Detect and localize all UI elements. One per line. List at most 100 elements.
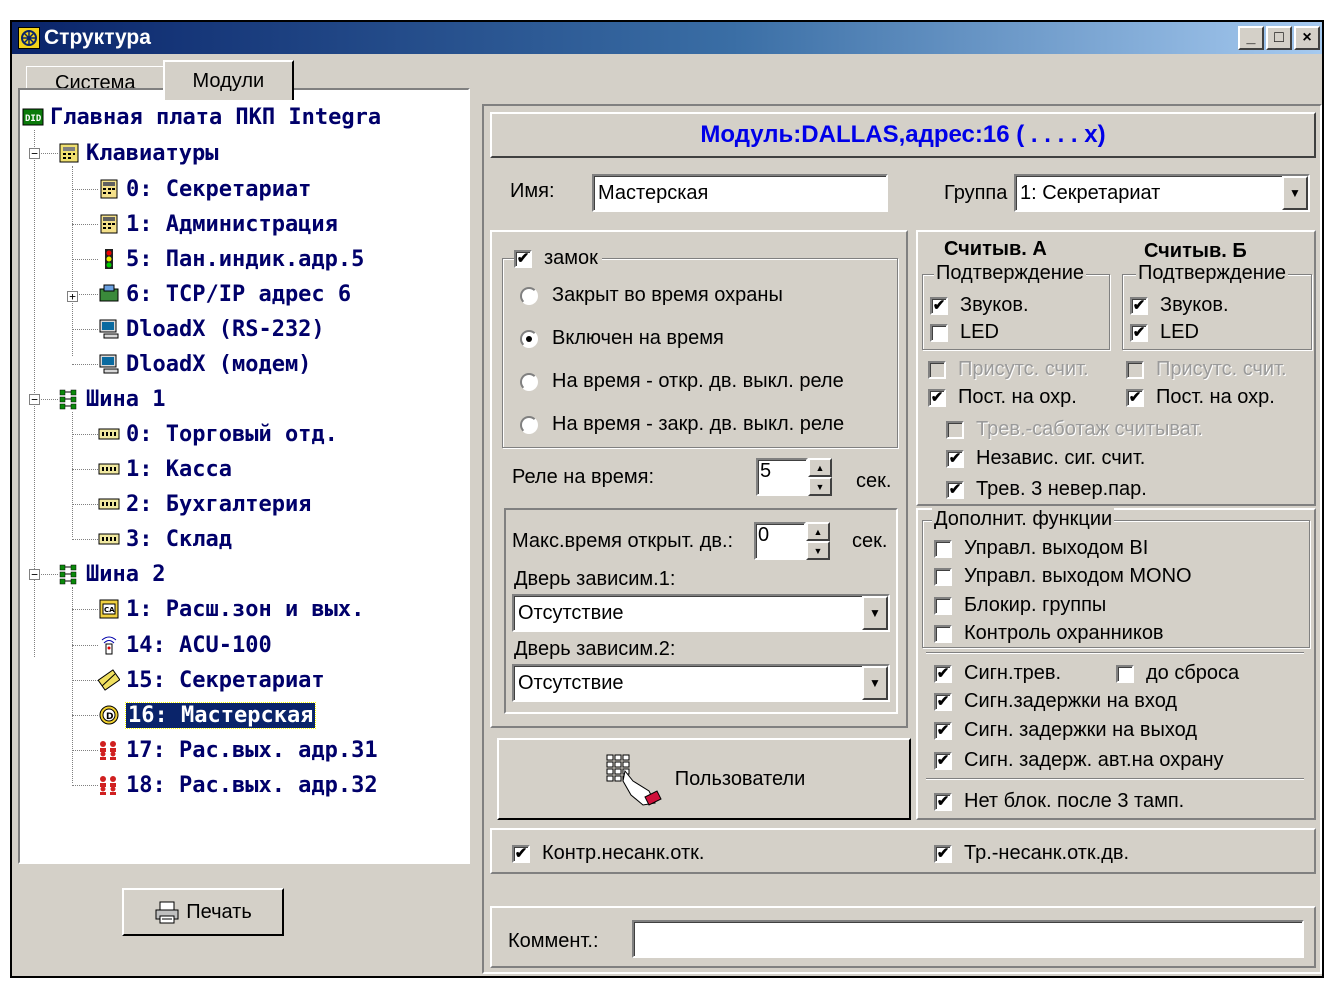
window-title: Структура xyxy=(44,26,151,49)
tree-item[interactable]: 14: ACU-100 xyxy=(98,630,272,660)
tree-item[interactable]: Клавиатуры xyxy=(58,138,218,168)
signal-auto-arm-checkbox[interactable]: ✔ Сигн. задерж. авт.на охрану xyxy=(934,749,1224,772)
door1-select[interactable]: Отсутствие ▼ xyxy=(512,594,890,632)
group-select[interactable]: 1: Секретариат ▼ xyxy=(1014,174,1310,212)
relay-time-spinner[interactable]: 5 ▲ ▼ xyxy=(756,458,832,496)
unauth-control-checkbox[interactable]: ✔ Контр.несанк.отк. xyxy=(512,842,704,865)
tree-item[interactable]: DloadX (RS-232) xyxy=(98,314,325,344)
tree-connector xyxy=(72,609,98,610)
signal-exit-delay-checkbox[interactable]: ✔ Сигн. задержки на выход xyxy=(934,719,1197,742)
tab-modules[interactable]: Модули xyxy=(162,60,295,100)
radio-open-door-relay-off[interactable]: На время - откр. дв. выкл. реле xyxy=(520,370,844,393)
radio-close-door-relay-off[interactable]: На время - закр. дв. выкл. реле xyxy=(520,413,844,436)
svg-text:DID: DID xyxy=(25,114,42,124)
tree-item[interactable]: D 16: Мастерская xyxy=(98,700,317,730)
reader-a-sound-checkbox[interactable]: ✔ Звуков. xyxy=(930,294,1029,317)
tree-item[interactable]: 2: Бухгалтерия xyxy=(98,489,311,519)
radio-closed-armed[interactable]: Закрыт во время охраны xyxy=(520,284,783,307)
tree-item[interactable]: 17: Рас.вых. адр.31 xyxy=(98,735,378,765)
tree-item[interactable]: 15: Секретариат xyxy=(98,665,325,695)
maximize-button[interactable]: □ xyxy=(1266,26,1292,50)
reader-b-led-checkbox[interactable]: ✔ LED xyxy=(1130,321,1199,344)
chevron-down-icon[interactable]: ▼ xyxy=(1282,176,1308,210)
mainboard-icon: DID xyxy=(22,106,44,128)
collapse-icon[interactable]: − xyxy=(29,394,40,405)
until-reset-checkbox[interactable]: до сброса xyxy=(1116,662,1239,685)
collapse-icon[interactable]: − xyxy=(29,569,40,580)
spin-down-icon[interactable]: ▼ xyxy=(808,477,832,496)
tree-item[interactable]: Шина 1 xyxy=(58,384,165,414)
spin-up-icon[interactable]: ▲ xyxy=(808,458,832,477)
block-group-checkbox[interactable]: Блокир. группы xyxy=(934,594,1106,617)
users-button-label: Пользователи xyxy=(674,767,806,790)
door2-select[interactable]: Отсутствие ▼ xyxy=(512,664,890,702)
tree-item[interactable]: DloadX (модем) xyxy=(98,349,311,379)
reader-a-led-checkbox[interactable]: LED xyxy=(930,321,999,344)
reader-b-sound-checkbox[interactable]: ✔ Звуков. xyxy=(1130,294,1229,317)
module-tree[interactable]: DID Главная плата ПКП Integra Клавиатуры 0:… xyxy=(18,88,470,864)
tree-connector xyxy=(72,504,98,505)
group-label: Группа xyxy=(944,182,1008,204)
tree-item[interactable]: 18: Рас.вых. адр.32 xyxy=(98,770,378,800)
reader-b-post-checkbox[interactable]: ✔ Пост. на охр. xyxy=(1126,386,1275,409)
keypad-icon xyxy=(98,213,120,235)
tree-item-label: Главная плата ПКП Integra xyxy=(50,104,382,130)
tree-item[interactable]: Шина 2 xyxy=(58,559,165,589)
keypad-group-icon xyxy=(58,142,80,164)
independent-signal-checkbox[interactable]: ✔ Независ. сиг. счит. xyxy=(946,447,1145,470)
keypad-hand-icon xyxy=(606,754,662,806)
mono-output-checkbox[interactable]: Управл. выходом MONO xyxy=(934,565,1192,588)
relay-time-unit: сек. xyxy=(856,470,892,492)
comment-input[interactable] xyxy=(632,920,1304,958)
separator xyxy=(926,652,1304,654)
tree-connector xyxy=(72,224,98,225)
tree-connector xyxy=(72,469,98,470)
relay-time-value[interactable]: 5 xyxy=(756,458,808,496)
expand-icon[interactable]: + xyxy=(67,291,78,302)
no-block-checkbox[interactable]: ✔ Нет блок. после 3 тамп. xyxy=(934,790,1184,813)
tree-item[interactable]: 3: Склад xyxy=(98,524,232,554)
print-button[interactable]: Печать xyxy=(122,888,284,936)
chevron-down-icon[interactable]: ▼ xyxy=(862,666,888,700)
tree-item-label: 15: Секретариат xyxy=(126,667,325,693)
tree-item[interactable]: 1: Касса xyxy=(98,454,232,484)
tree-item[interactable]: 0: Торговый отд. xyxy=(98,419,338,449)
guard-control-checkbox[interactable]: Контроль охранников xyxy=(934,622,1164,645)
print-button-label: Печать xyxy=(186,900,252,923)
tree-item-label: Шина 1 xyxy=(86,386,166,412)
close-button[interactable]: × xyxy=(1294,26,1320,50)
extra-title: Дополнит. функции xyxy=(932,508,1115,531)
title-bar[interactable]: Структура _ □ × xyxy=(12,22,1322,54)
chevron-down-icon[interactable]: ▼ xyxy=(862,596,888,630)
bi-output-checkbox[interactable]: Управл. выходом BI xyxy=(934,537,1148,560)
max-open-value[interactable]: 0 xyxy=(754,522,806,560)
lock-checkbox[interactable]: ✔ замок xyxy=(514,247,602,270)
tree-item[interactable]: DID Главная плата ПКП Integra xyxy=(22,102,381,132)
minimize-button[interactable]: _ xyxy=(1238,26,1264,50)
tree-connector xyxy=(72,364,98,365)
tree-item[interactable]: 0: Секретариат xyxy=(98,174,311,204)
unauth-alarm-checkbox[interactable]: ✔ Тр.-несанк.отк.дв. xyxy=(934,842,1129,865)
spin-down-icon[interactable]: ▼ xyxy=(806,541,830,560)
output-expander-icon xyxy=(98,739,120,761)
tree-item[interactable]: CA 1: Расш.зон и вых. xyxy=(98,594,364,624)
max-open-spinner[interactable]: 0 ▲ ▼ xyxy=(754,522,830,560)
tree-item[interactable]: 5: Пан.индик.адр.5 xyxy=(98,244,364,274)
tree-item[interactable]: 6: TCP/IP адрес 6 xyxy=(98,279,351,309)
signal-alarm-checkbox[interactable]: ✔ Сигн.трев. xyxy=(934,662,1061,685)
alarm-3-wrong-checkbox[interactable]: ✔ Трев. 3 невер.пар. xyxy=(946,478,1147,501)
collapse-icon[interactable]: − xyxy=(29,148,40,159)
keypad-icon xyxy=(98,178,120,200)
reader-a-post-checkbox[interactable]: ✔ Пост. на охр. xyxy=(928,386,1077,409)
bus-icon xyxy=(58,563,80,585)
spin-up-icon[interactable]: ▲ xyxy=(806,522,830,541)
signal-entry-delay-checkbox[interactable]: ✔ Сигн.задержки на вход xyxy=(934,690,1177,713)
tree-item[interactable]: 1: Администрация xyxy=(98,209,338,239)
tree-item-label: 1: Касса xyxy=(126,456,232,482)
users-button[interactable]: Пользователи xyxy=(497,738,911,820)
expander-icon xyxy=(98,493,120,515)
name-input[interactable]: Мастерская xyxy=(592,174,888,212)
reader-a-presence-checkbox: Присутс. счит. xyxy=(928,358,1089,381)
radio-on-time[interactable]: Включен на время xyxy=(520,327,724,350)
name-label: Имя: xyxy=(510,180,555,202)
